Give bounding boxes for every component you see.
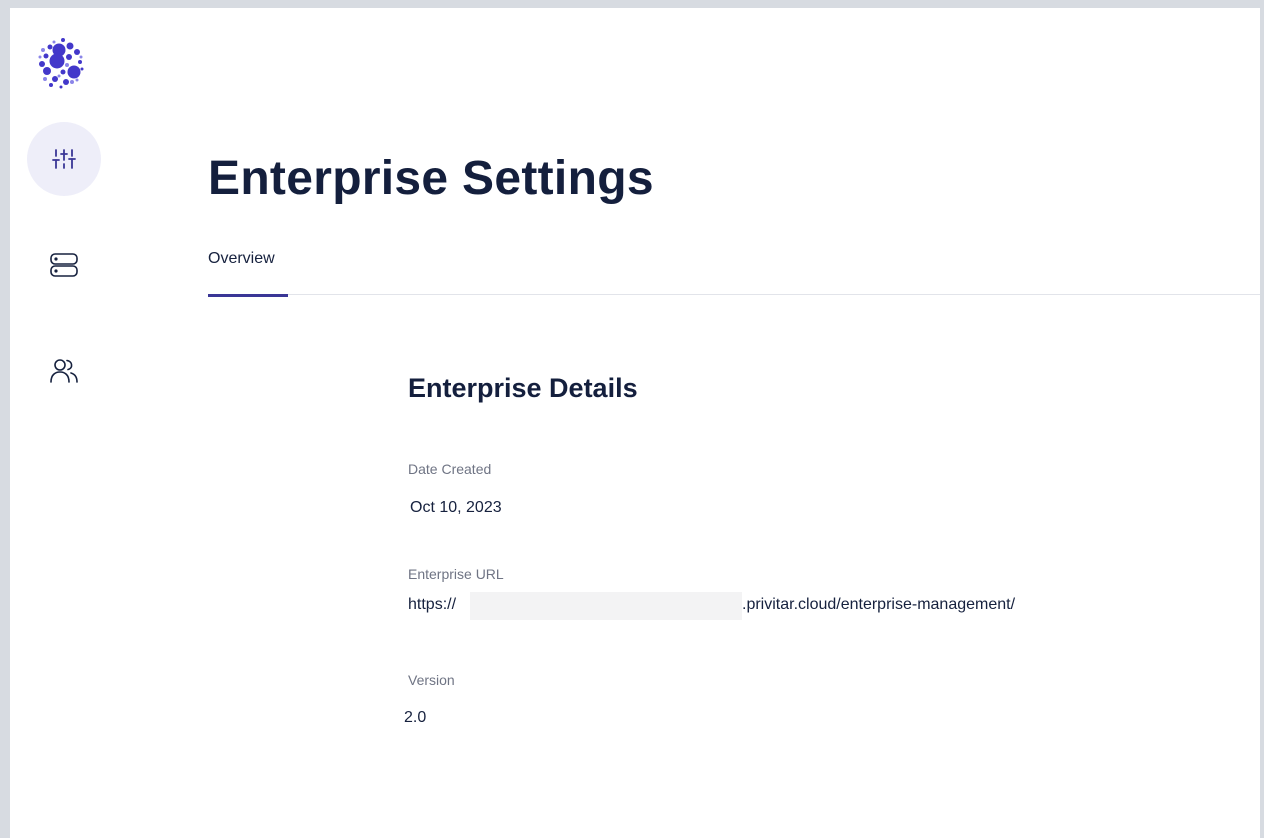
dots-circle-logo[interactable]: [37, 37, 89, 89]
users-icon: [49, 356, 79, 386]
main-content: Enterprise Settings Overview Enterprise …: [208, 8, 1260, 838]
nav-users[interactable]: [27, 334, 101, 408]
enterprise-url-label: Enterprise URL: [408, 566, 504, 582]
url-prefix: https://: [408, 596, 457, 613]
version-label: Version: [408, 672, 455, 688]
tab-overview-label: Overview: [208, 250, 275, 267]
url-suffix: .privitar.cloud/enterprise-management/: [742, 596, 1016, 613]
redacted-subdomain: [470, 592, 742, 620]
active-tab-indicator: [208, 294, 288, 297]
server-icon: [49, 250, 79, 280]
page-title: Enterprise Settings: [208, 152, 654, 205]
nav-enterprise-settings[interactable]: [27, 122, 101, 196]
app-window: Enterprise Settings Overview Enterprise …: [10, 8, 1260, 838]
sliders-icon: [51, 146, 77, 172]
tab-overview[interactable]: Overview: [208, 248, 288, 297]
nav-servers[interactable]: [27, 228, 101, 302]
tab-bar: Overview: [208, 248, 1260, 297]
section-title: Enterprise Details: [408, 373, 638, 403]
date-created-label: Date Created: [408, 461, 492, 477]
date-created-value: Oct 10, 2023: [410, 499, 502, 516]
version-value: 2.0: [404, 709, 427, 726]
sidebar: [10, 8, 120, 838]
